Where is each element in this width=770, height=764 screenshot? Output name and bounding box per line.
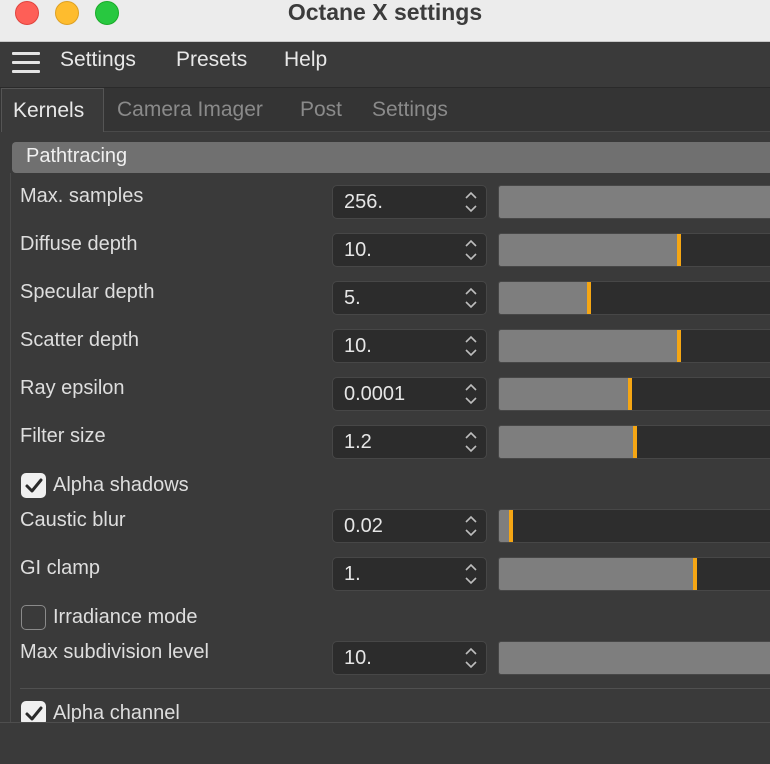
stepper-arrows-icon[interactable] <box>464 645 478 671</box>
stepper-arrows-icon[interactable] <box>464 237 478 263</box>
max-subdivision-level-slider[interactable] <box>498 641 770 675</box>
tab-post[interactable]: Post <box>300 88 342 132</box>
slider-handle[interactable] <box>587 282 591 314</box>
specular-depth-label: Specular depth <box>20 281 155 303</box>
diffuse-depth-slider[interactable] <box>498 233 770 267</box>
menu-settings[interactable]: Settings <box>60 48 136 72</box>
menu-bar: Settings Presets Help <box>0 42 770 88</box>
slider-fill <box>499 426 635 458</box>
irradiance-mode-checkbox[interactable] <box>21 605 46 630</box>
stepper-arrows-icon[interactable] <box>464 561 478 587</box>
max-subdivision-level-spinbox[interactable]: 10. <box>332 641 487 675</box>
diffuse-depth-spinbox[interactable]: 10. <box>332 233 487 267</box>
alpha-shadows-checkbox[interactable] <box>21 473 46 498</box>
ray-epsilon-label: Ray epsilon <box>20 377 125 399</box>
gi-clamp-spinbox[interactable]: 1. <box>332 557 487 591</box>
scatter-depth-label: Scatter depth <box>20 329 139 351</box>
section-title: Pathtracing <box>26 145 128 167</box>
slider-handle[interactable] <box>633 426 637 458</box>
specular-depth-slider[interactable] <box>498 281 770 315</box>
slider-fill <box>499 282 589 314</box>
caustic-blur-spinbox[interactable]: 0.02 <box>332 509 487 543</box>
scatter-depth-slider[interactable] <box>498 329 770 363</box>
ray-epsilon-slider[interactable] <box>498 377 770 411</box>
stepper-arrows-icon[interactable] <box>464 513 478 539</box>
tab-kernels[interactable]: Kernels <box>1 88 104 132</box>
title-bar: Octane X settings <box>0 0 770 42</box>
specular-depth-spinbox[interactable]: 5. <box>332 281 487 315</box>
slider-handle[interactable] <box>509 510 513 542</box>
slider-fill <box>499 642 770 674</box>
menu-presets[interactable]: Presets <box>176 48 247 72</box>
divider <box>20 688 770 689</box>
section-header-pathtracing[interactable]: Pathtracing <box>12 142 770 173</box>
tab-camera-imager[interactable]: Camera Imager <box>117 88 263 132</box>
window-title: Octane X settings <box>287 0 483 25</box>
specular-depth-value[interactable]: 5. <box>344 287 361 310</box>
slider-fill <box>499 558 695 590</box>
scatter-depth-spinbox[interactable]: 10. <box>332 329 487 363</box>
slider-handle[interactable] <box>693 558 697 590</box>
filter-size-spinbox[interactable]: 1.2 <box>332 425 487 459</box>
irradiance-mode-label: Irradiance mode <box>53 606 198 628</box>
diffuse-depth-value[interactable]: 10. <box>344 239 372 262</box>
caustic-blur-label: Caustic blur <box>20 509 126 531</box>
gi-clamp-value[interactable]: 1. <box>344 563 361 586</box>
filter-size-label: Filter size <box>20 425 106 447</box>
slider-fill <box>499 186 770 218</box>
max-samples-label: Max. samples <box>20 185 144 207</box>
slider-handle[interactable] <box>677 330 681 362</box>
max-samples-value[interactable]: 256. <box>344 191 383 214</box>
max-subdivision-level-value[interactable]: 10. <box>344 647 372 670</box>
bottom-bar <box>0 722 770 764</box>
max-samples-slider[interactable] <box>498 185 770 219</box>
scatter-depth-value[interactable]: 10. <box>344 335 372 358</box>
tab-settings[interactable]: Settings <box>372 88 448 132</box>
slider-fill <box>499 378 630 410</box>
ray-epsilon-value[interactable]: 0.0001 <box>344 383 405 406</box>
stepper-arrows-icon[interactable] <box>464 429 478 455</box>
alpha-shadows-label: Alpha shadows <box>53 474 189 496</box>
hamburger-menu-icon[interactable] <box>12 52 40 74</box>
slider-handle[interactable] <box>628 378 632 410</box>
stepper-arrows-icon[interactable] <box>464 189 478 215</box>
filter-size-value[interactable]: 1.2 <box>344 431 372 454</box>
gi-clamp-label: GI clamp <box>20 557 101 579</box>
menu-help[interactable]: Help <box>284 48 327 72</box>
ray-epsilon-spinbox[interactable]: 0.0001 <box>332 377 487 411</box>
filter-size-slider[interactable] <box>498 425 770 459</box>
gi-clamp-slider[interactable] <box>498 557 770 591</box>
slider-fill <box>499 330 679 362</box>
stepper-arrows-icon[interactable] <box>464 333 478 359</box>
caustic-blur-value[interactable]: 0.02 <box>344 515 383 538</box>
caustic-blur-slider[interactable] <box>498 509 770 543</box>
slider-fill <box>499 234 679 266</box>
max-subdivision-level-label: Max subdivision level <box>20 641 209 663</box>
diffuse-depth-label: Diffuse depth <box>20 233 138 255</box>
stepper-arrows-icon[interactable] <box>464 285 478 311</box>
slider-handle[interactable] <box>677 234 681 266</box>
tab-bar: Kernels Camera Imager Post Settings <box>0 88 770 132</box>
stepper-arrows-icon[interactable] <box>464 381 478 407</box>
max-samples-spinbox[interactable]: 256. <box>332 185 487 219</box>
